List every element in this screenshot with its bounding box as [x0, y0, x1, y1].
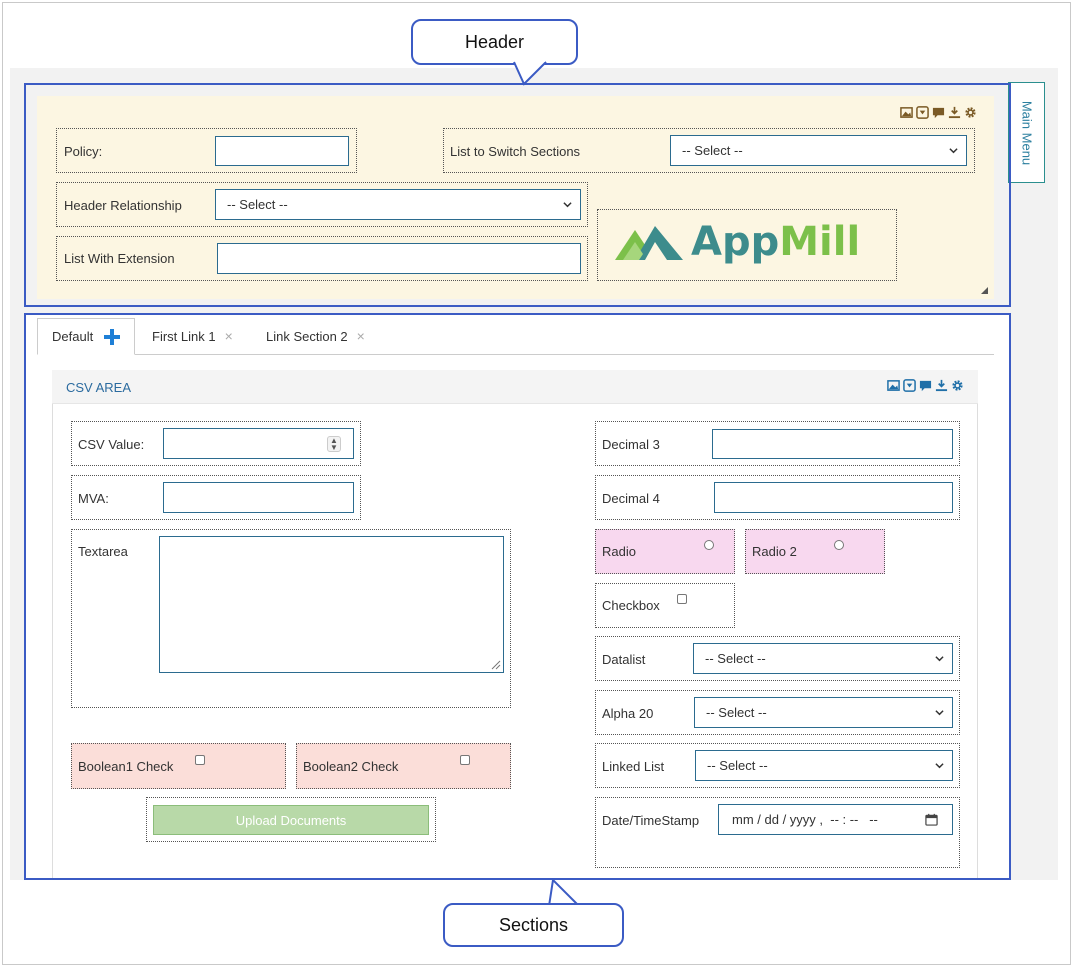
main-menu-tab[interactable]: Main Menu [1008, 82, 1045, 183]
sections-highlight-box [24, 313, 1011, 880]
header-highlight-box [24, 83, 1011, 307]
sections-callout: Sections [443, 903, 624, 947]
header-callout: Header [411, 19, 578, 65]
header-callout-pointer [513, 60, 547, 86]
main-menu-label: Main Menu [1019, 100, 1034, 165]
